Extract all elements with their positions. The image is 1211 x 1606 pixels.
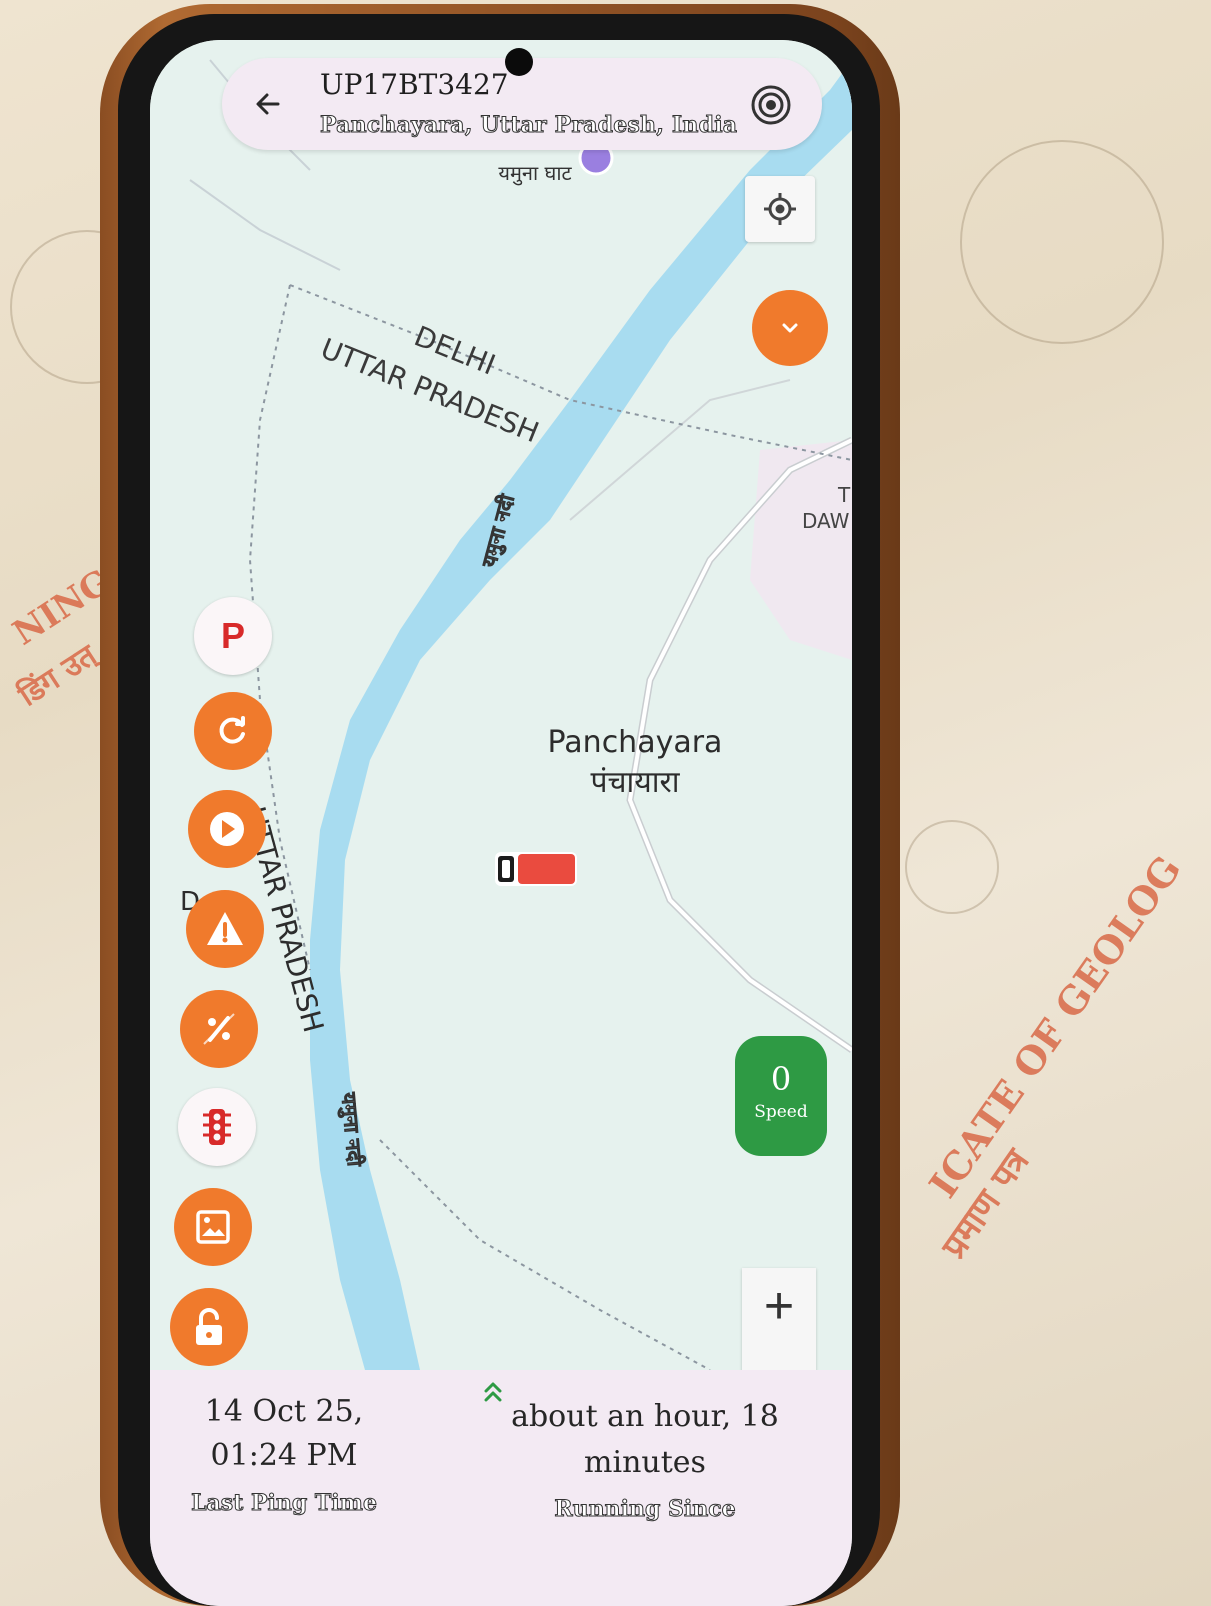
alert-button[interactable] <box>186 890 264 968</box>
lock-button[interactable] <box>170 1288 248 1366</box>
track-button[interactable] <box>746 80 796 130</box>
map-label-edge-daw: DAW <box>802 509 850 533</box>
warning-icon <box>207 912 243 945</box>
last-ping-value: 14 Oct 25, 01:24 PM <box>204 1394 364 1473</box>
unlock-icon <box>196 1308 222 1345</box>
back-button[interactable] <box>248 84 288 124</box>
trip-info-panel: 14 Oct 25, 01:24 PM Last Ping Time about… <box>150 1370 852 1606</box>
geofence-button[interactable] <box>180 990 258 1068</box>
running-since-label: Running Since <box>554 1496 736 1523</box>
no-location-icon <box>203 1013 235 1045</box>
phone-screen: यमुना घाट DELHI UTTAR PRADESH यमुना नदी … <box>150 40 852 1606</box>
parking-button[interactable]: P <box>194 597 272 675</box>
play-icon <box>210 812 244 846</box>
speed-value: 0 <box>770 1060 792 1098</box>
refresh-button[interactable] <box>194 692 272 770</box>
last-ping-label: Last Ping Time <box>191 1490 378 1517</box>
image-icon <box>196 1210 230 1244</box>
zoom-in-button[interactable]: + <box>742 1268 816 1378</box>
speed-indicator: 0 Speed <box>735 1036 827 1156</box>
map-label-ghat: यमुना घाट <box>498 161 572 186</box>
traffic-light-icon <box>203 1109 231 1145</box>
target-icon <box>751 85 791 125</box>
map-label-town-en: Panchayara <box>548 725 723 760</box>
refresh-icon <box>219 716 245 744</box>
vehicle-marker-icon[interactable] <box>495 852 577 886</box>
running-since-value: about an hour, 18 minutes <box>511 1399 779 1480</box>
vehicle-location: Panchayara, Uttar Pradesh, India <box>319 112 738 139</box>
camera-hole <box>505 48 533 76</box>
plus-icon: + <box>763 1277 795 1335</box>
image-button[interactable] <box>174 1188 252 1266</box>
parking-icon: P <box>220 615 245 656</box>
play-route-button[interactable] <box>188 790 266 868</box>
my-location-button[interactable] <box>745 176 815 242</box>
map-label-edge-t: T <box>837 483 851 507</box>
expand-options-button[interactable] <box>752 290 828 366</box>
chevron-down-icon <box>782 323 798 333</box>
paper-seal <box>960 140 1164 344</box>
map-label-town-hi: पंचायारा <box>590 765 680 800</box>
paper-seal <box>905 820 999 914</box>
vehicle-id: UP17BT3427 <box>320 68 509 101</box>
traffic-button[interactable] <box>178 1088 256 1166</box>
arrow-left-icon <box>256 93 280 115</box>
speed-label: Speed <box>754 1102 808 1122</box>
crosshair-icon <box>764 193 796 225</box>
